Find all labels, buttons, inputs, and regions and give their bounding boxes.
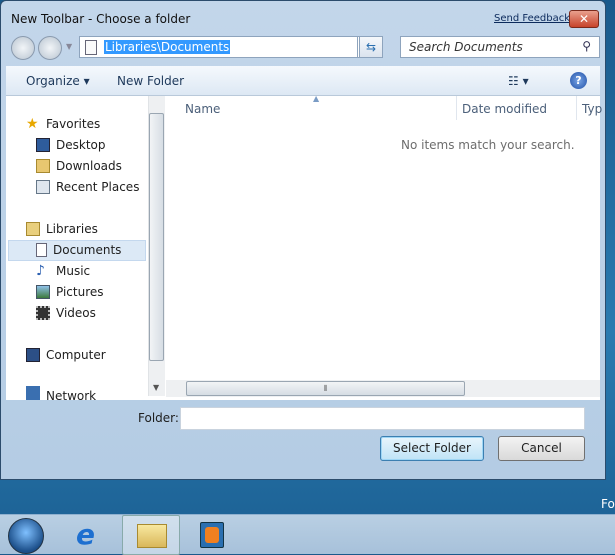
sidebar-item-videos[interactable]: Videos bbox=[36, 303, 96, 323]
column-header-type[interactable]: Typ bbox=[582, 102, 602, 116]
sidebar-item-libraries[interactable]: Libraries bbox=[26, 219, 98, 239]
forward-button[interactable] bbox=[38, 36, 62, 60]
pictures-icon bbox=[36, 285, 50, 299]
file-list: ▲ Name Date modified Typ No items match … bbox=[166, 94, 602, 400]
horizontal-scroll-thumb[interactable]: ⦀ bbox=[186, 381, 465, 396]
sidebar-item-pictures[interactable]: Pictures bbox=[36, 282, 104, 302]
computer-icon bbox=[26, 348, 40, 362]
back-button[interactable] bbox=[11, 36, 35, 60]
sidebar-label: Music bbox=[56, 264, 91, 278]
sidebar-label: Computer bbox=[46, 348, 106, 362]
sort-arrow-icon: ▲ bbox=[313, 94, 320, 103]
column-header-name[interactable]: Name bbox=[185, 102, 220, 116]
navigation-pane: ★ Favorites Desktop Downloads Recent Plac… bbox=[6, 96, 148, 400]
sidebar-label: Favorites bbox=[46, 117, 101, 131]
search-placeholder: Search Documents bbox=[409, 40, 523, 54]
folder-input[interactable] bbox=[180, 407, 585, 430]
organize-button[interactable]: Organize ▾ bbox=[26, 74, 90, 88]
column-header-date-modified[interactable]: Date modified bbox=[462, 102, 547, 116]
column-divider[interactable] bbox=[576, 96, 577, 120]
cancel-button[interactable]: Cancel bbox=[498, 436, 585, 461]
sidebar-item-desktop[interactable]: Desktop bbox=[36, 135, 106, 155]
videos-icon bbox=[36, 306, 50, 320]
star-icon: ★ bbox=[26, 116, 39, 132]
sidebar-label: Network bbox=[46, 389, 97, 400]
search-input[interactable]: Search Documents ⚲ bbox=[400, 36, 600, 58]
scroll-down-arrow-icon[interactable]: ▼ bbox=[153, 383, 159, 392]
recent-places-icon bbox=[36, 180, 50, 194]
internet-explorer-icon[interactable]: e bbox=[76, 521, 104, 549]
desktop-icon bbox=[36, 138, 50, 152]
address-value: Libraries\Documents bbox=[104, 40, 231, 54]
send-feedback-link[interactable]: Send Feedback bbox=[494, 13, 570, 24]
sidebar-item-network[interactable]: Network bbox=[26, 386, 96, 400]
views-button[interactable]: ☷ ▾ bbox=[508, 74, 529, 88]
sidebar-label: Downloads bbox=[56, 159, 122, 173]
sidebar-label: Videos bbox=[56, 306, 96, 320]
address-bar[interactable]: Libraries\Documents bbox=[79, 36, 358, 58]
sidebar-scroll-thumb[interactable] bbox=[149, 113, 164, 361]
sidebar-item-music[interactable]: ♪ Music bbox=[36, 261, 90, 281]
desktop-text: Fo bbox=[601, 497, 615, 511]
document-icon bbox=[85, 40, 97, 55]
sidebar-label: Desktop bbox=[56, 138, 106, 152]
folder-icon bbox=[137, 524, 167, 548]
play-icon bbox=[205, 527, 219, 543]
window-title: New Toolbar - Choose a folder bbox=[11, 12, 191, 26]
sidebar-item-computer[interactable]: Computer bbox=[26, 345, 106, 365]
close-button[interactable]: ✕ bbox=[569, 10, 599, 28]
select-folder-button[interactable]: Select Folder bbox=[380, 436, 484, 461]
sidebar-item-documents[interactable]: Documents bbox=[36, 240, 121, 260]
search-icon: ⚲ bbox=[582, 39, 591, 53]
browser-body: ★ Favorites Desktop Downloads Recent Plac… bbox=[6, 94, 602, 400]
sidebar-label: Libraries bbox=[46, 222, 98, 236]
sidebar-label: Recent Places bbox=[56, 180, 140, 194]
help-icon[interactable]: ? bbox=[570, 72, 587, 89]
command-toolbar: Organize ▾ New Folder ☷ ▾ ? bbox=[6, 66, 600, 96]
sidebar-item-favorites[interactable]: ★ Favorites bbox=[26, 114, 100, 134]
sidebar-item-downloads[interactable]: Downloads bbox=[36, 156, 122, 176]
folder-label: Folder: bbox=[138, 411, 179, 425]
document-icon bbox=[36, 243, 47, 257]
music-icon: ♪ bbox=[36, 263, 45, 279]
refresh-button[interactable]: ⇆ bbox=[359, 36, 383, 58]
sidebar-label: Pictures bbox=[56, 285, 104, 299]
libraries-icon bbox=[26, 222, 40, 236]
empty-message: No items match your search. bbox=[401, 138, 575, 152]
network-icon bbox=[26, 386, 40, 400]
recent-pages-dropdown-icon[interactable]: ▼ bbox=[66, 42, 72, 51]
taskbar: e bbox=[0, 514, 615, 555]
sidebar-item-recent-places[interactable]: Recent Places bbox=[36, 177, 139, 197]
column-divider[interactable] bbox=[456, 96, 457, 120]
sidebar-label: Documents bbox=[53, 243, 122, 257]
new-folder-button[interactable]: New Folder bbox=[117, 74, 184, 88]
media-player-icon[interactable] bbox=[200, 522, 224, 548]
downloads-icon bbox=[36, 159, 50, 173]
start-button[interactable] bbox=[8, 518, 44, 554]
explorer-taskbar-button[interactable] bbox=[122, 515, 180, 555]
